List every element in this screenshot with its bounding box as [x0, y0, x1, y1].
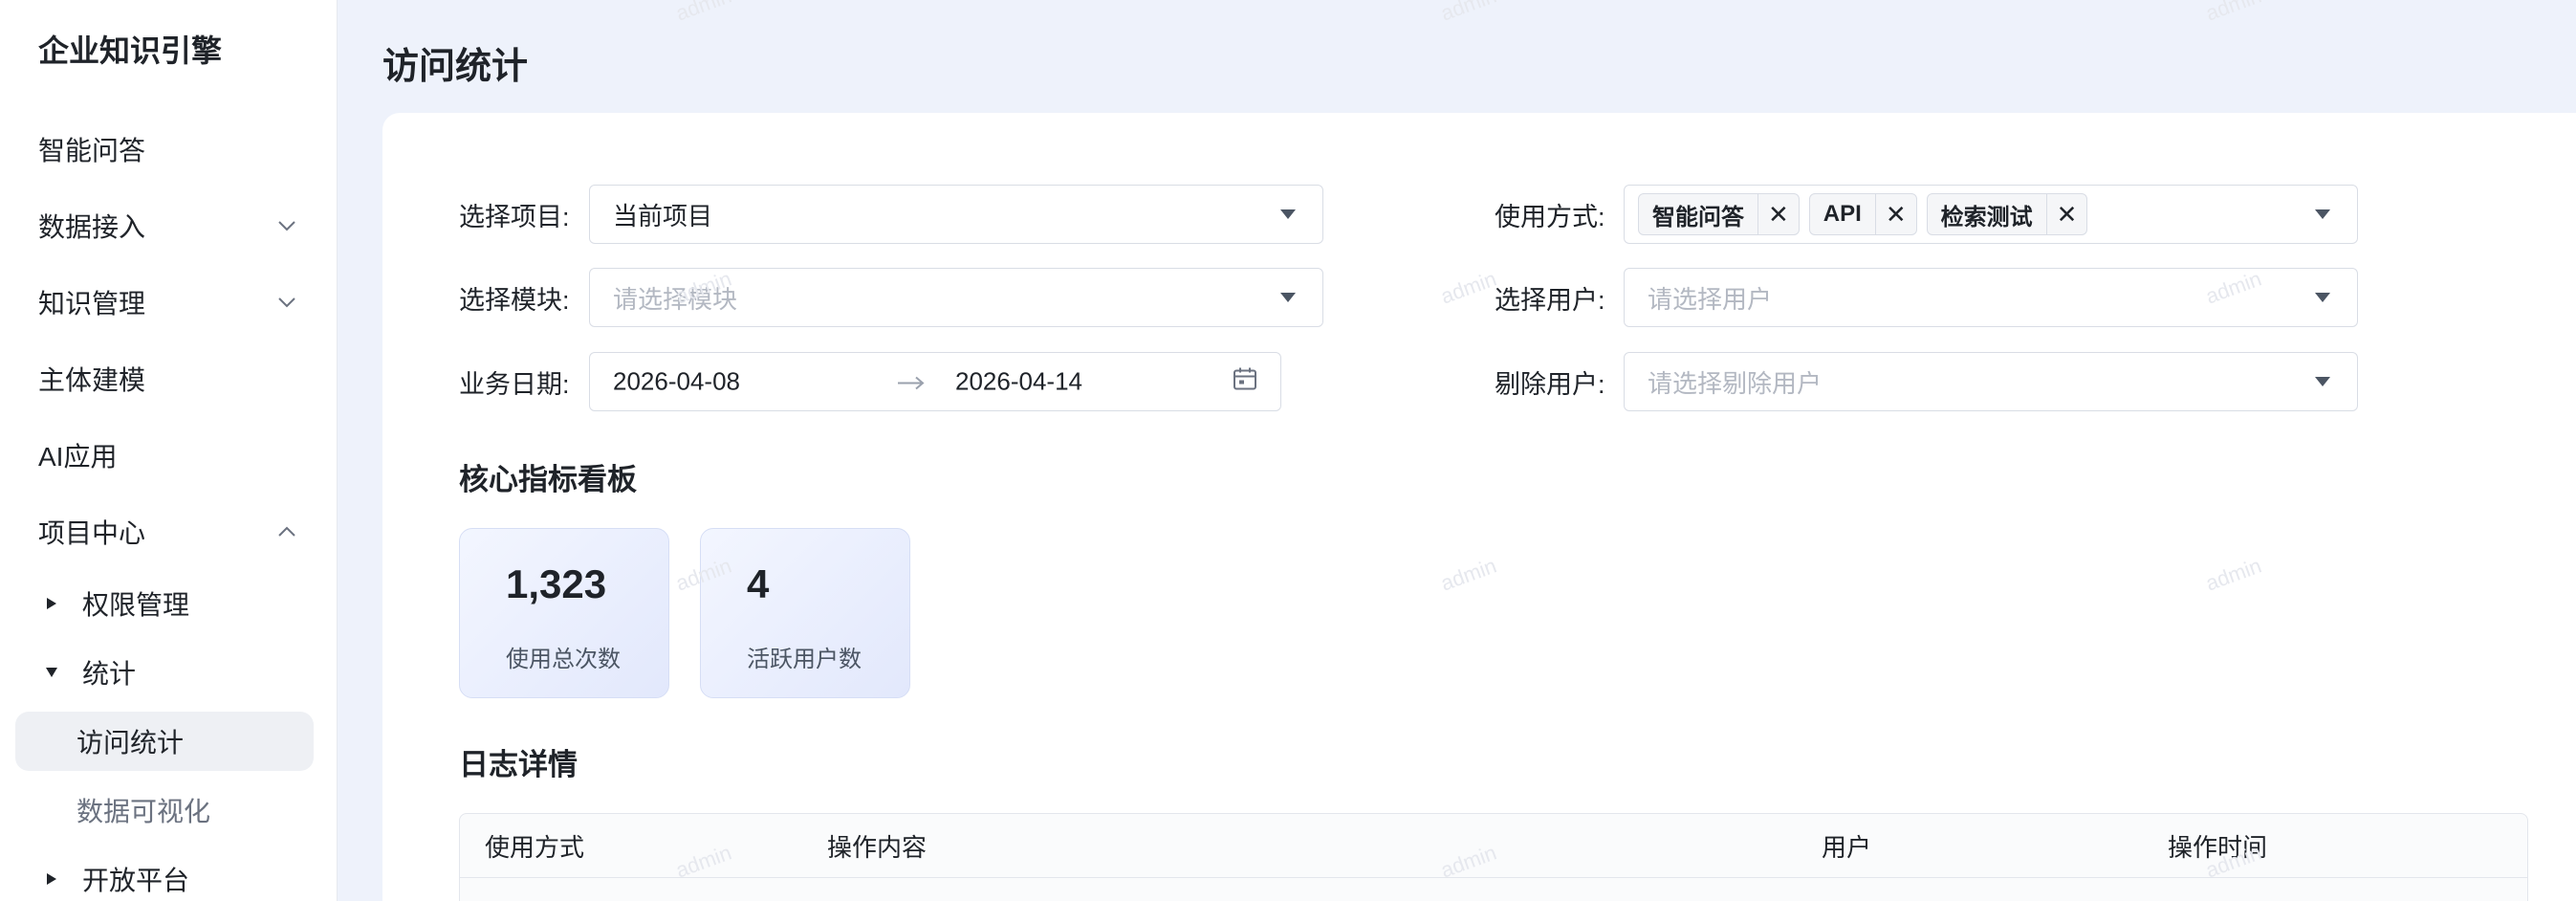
- usage-tag-label: API: [1823, 201, 1862, 227]
- exclude-user-label: 剔除用户:: [1495, 369, 1605, 399]
- calendar-icon: [1233, 366, 1257, 398]
- user-select[interactable]: 请选择用户: [1624, 268, 2358, 327]
- sidebar-item-label: 开放平台: [82, 866, 190, 895]
- metric-card-active-users: 4 活跃用户数: [700, 528, 910, 698]
- usage-tag: API ✕: [1808, 193, 1917, 235]
- sidebar-item-qa[interactable]: 智能问答: [38, 121, 298, 178]
- sidebar-item-label: 项目中心: [38, 518, 146, 548]
- chevron-down-icon: [275, 214, 298, 237]
- usage-label: 使用方式:: [1495, 202, 1605, 231]
- watermark: admin: [2202, 0, 2265, 26]
- sidebar-item-label: 智能问答: [38, 136, 146, 165]
- user-label: 选择用户:: [1495, 285, 1605, 315]
- sidebar-item-ai-apps[interactable]: AI应用: [38, 427, 298, 484]
- sidebar: 企业知识引擎 智能问答 数据接入 知识管理 主体建模 AI应用 项目中心 权限管…: [0, 0, 338, 901]
- date-range-picker[interactable]: 2026-04-08 2026-04-14: [589, 352, 1281, 411]
- caret-right-icon: [40, 872, 63, 886]
- date-start-input[interactable]: 2026-04-08: [613, 367, 740, 397]
- caret-down-icon: [2313, 208, 2332, 221]
- sidebar-item-label: 知识管理: [38, 289, 146, 319]
- exclude-user-placeholder: 请选择剔除用户: [1648, 368, 1823, 398]
- project-select-value: 当前项目: [613, 201, 713, 231]
- usage-tag-label: 检索测试: [1940, 204, 2033, 231]
- caret-right-icon: [40, 597, 63, 610]
- module-select-placeholder: 请选择模块: [613, 284, 738, 314]
- usage-multiselect[interactable]: 智能问答 ✕ API ✕ 检索测试 ✕: [1624, 185, 2358, 244]
- sidebar-item-access-stats[interactable]: 访问统计: [15, 712, 314, 771]
- user-select-placeholder: 请选择用户: [1648, 284, 1773, 314]
- log-table: 使用方式 操作内容 用户 操作时间: [459, 813, 2528, 901]
- sidebar-item-label: 数据接入: [38, 212, 146, 242]
- caret-down-icon: [1278, 208, 1298, 221]
- chevron-down-icon: [275, 291, 298, 314]
- metric-label: 使用总次数: [506, 647, 621, 672]
- column-header-time[interactable]: 操作时间: [2168, 814, 2267, 877]
- brand-title: 企业知识引擎: [38, 33, 223, 68]
- project-label: 选择项目:: [459, 202, 570, 231]
- close-icon[interactable]: ✕: [1757, 193, 1789, 235]
- sidebar-item-project-center[interactable]: 项目中心: [38, 503, 298, 560]
- sidebar-item-open-platform[interactable]: 开放平台: [15, 849, 314, 901]
- column-header-usage[interactable]: 使用方式: [485, 814, 584, 877]
- watermark: admin: [1437, 0, 1500, 26]
- sidebar-item-data-viz[interactable]: 数据可视化: [15, 780, 314, 840]
- sidebar-item-permissions[interactable]: 权限管理: [15, 574, 314, 633]
- metric-card-total-uses: 1,323 使用总次数: [459, 528, 669, 698]
- date-end-input[interactable]: 2026-04-14: [955, 367, 1082, 397]
- close-icon[interactable]: ✕: [1874, 193, 1907, 235]
- usage-tag: 检索测试 ✕: [1926, 193, 2088, 235]
- usage-tag-label: 智能问答: [1652, 204, 1744, 231]
- exclude-user-select[interactable]: 请选择剔除用户: [1624, 352, 2358, 411]
- module-select[interactable]: 请选择模块: [589, 268, 1323, 327]
- table-divider: [460, 877, 2527, 878]
- usage-tag: 智能问答 ✕: [1638, 193, 1800, 235]
- caret-down-icon: [2313, 375, 2332, 388]
- sidebar-item-label: 访问统计: [76, 728, 185, 758]
- dashboard-title: 核心指标看板: [459, 463, 637, 496]
- sidebar-item-label: 统计: [82, 659, 137, 689]
- project-select[interactable]: 当前项目: [589, 185, 1323, 244]
- sidebar-item-statistics[interactable]: 统计: [15, 643, 314, 702]
- watermark: admin: [672, 0, 735, 26]
- sidebar-item-label: 数据可视化: [76, 797, 211, 826]
- module-label: 选择模块:: [459, 285, 570, 315]
- caret-down-icon: [2313, 291, 2332, 304]
- metric-value: 4: [747, 561, 770, 606]
- date-label: 业务日期:: [459, 369, 570, 399]
- sidebar-item-label: 主体建模: [38, 365, 146, 395]
- column-header-user[interactable]: 用户: [1822, 814, 1871, 877]
- metric-label: 活跃用户数: [747, 647, 862, 672]
- close-icon[interactable]: ✕: [2045, 193, 2077, 235]
- sidebar-item-entity-modeling[interactable]: 主体建模: [38, 350, 298, 407]
- page-title: 访问统计: [382, 47, 529, 87]
- metric-value: 1,323: [506, 561, 607, 606]
- sidebar-item-label: AI应用: [38, 442, 118, 472]
- logs-title: 日志详情: [459, 748, 578, 781]
- sidebar-item-data-ingest[interactable]: 数据接入: [38, 197, 298, 254]
- caret-down-icon: [1278, 291, 1298, 304]
- sidebar-item-knowledge[interactable]: 知识管理: [38, 274, 298, 331]
- sidebar-item-label: 权限管理: [82, 590, 190, 620]
- chevron-up-icon: [275, 520, 298, 543]
- arrow-right-icon: [898, 367, 925, 397]
- column-header-content[interactable]: 操作内容: [827, 814, 927, 877]
- caret-down-icon: [40, 667, 63, 678]
